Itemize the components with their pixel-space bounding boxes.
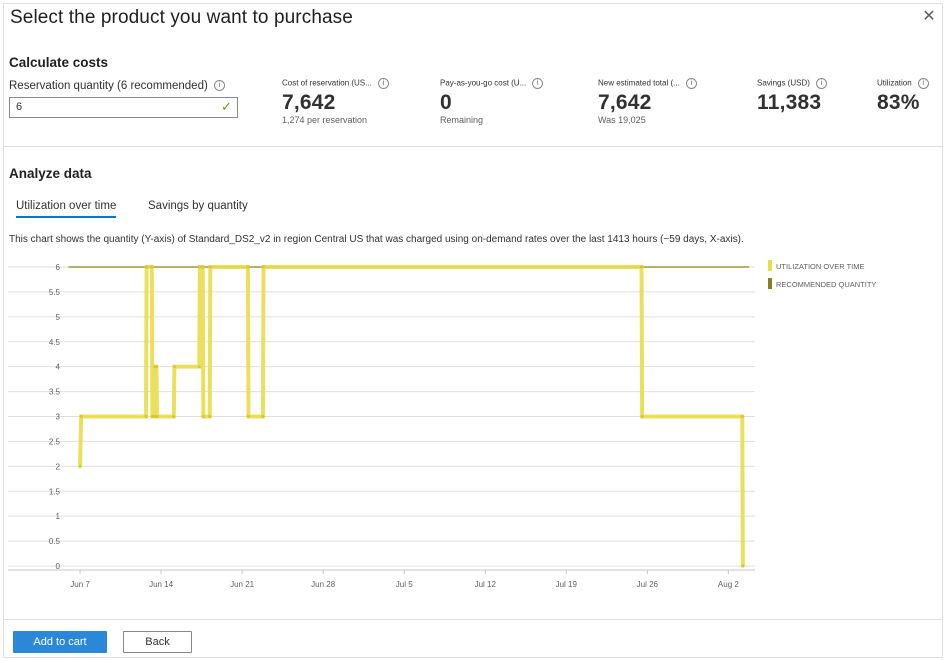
y-tick-label: 5.5 (49, 288, 61, 297)
x-tick-label: Jul 5 (396, 580, 413, 589)
metric-label-text: Pay-as-you-go cost (U... (440, 78, 527, 88)
data-point (144, 414, 148, 419)
calculate-costs-heading: Calculate costs (9, 55, 109, 70)
metric-label-text: Utilization (877, 78, 912, 88)
metric-label: Savings (USD) i (757, 78, 827, 90)
utilization-chart: 00.511.522.533.544.555.56Jun 7 Jun 14 Jun … (8, 263, 755, 589)
tab-savings-by-quantity[interactable]: Savings by quantity (148, 200, 248, 212)
data-point (261, 265, 266, 269)
y-tick-label: 4 (56, 363, 61, 372)
close-icon[interactable]: ✕ (920, 8, 938, 26)
x-tick-label: Jun 28 (311, 580, 336, 589)
data-point (201, 265, 205, 269)
info-icon[interactable]: i (377, 78, 389, 89)
metric-value: 83% (877, 91, 920, 114)
info-icon[interactable]: i (213, 80, 225, 92)
metric-label: Cost of reservation (US... i (282, 78, 389, 90)
y-tick-label: 2 (56, 462, 61, 471)
utilization-metric: Utilization i 83% (877, 78, 929, 115)
savings-metric: Savings (USD) i 11,383 (757, 78, 827, 115)
x-tick-label: Jul 26 (637, 580, 659, 589)
reservation-quantity-label-text: Reservation quantity (6 recommended) (9, 80, 208, 92)
analyze-data-heading: Analyze data (9, 166, 92, 181)
dialog-title: Select the product you want to purchase (10, 7, 353, 28)
metric-label: Utilization i (877, 78, 929, 90)
data-point (79, 414, 83, 419)
y-tick-label: 1 (56, 512, 61, 521)
y-tick-label: 0.5 (49, 537, 61, 546)
data-point (246, 414, 251, 419)
check-icon: ✓ (221, 99, 232, 114)
tab-utilization-over-time[interactable]: Utilization over time (16, 200, 117, 218)
data-point (197, 365, 201, 369)
metric-value: 0 (440, 91, 452, 114)
legend-swatch-recommended (768, 278, 772, 289)
footer-divider (3, 619, 943, 620)
data-point (261, 414, 265, 419)
legend-recommended-quantity[interactable]: RECOMMENDED QUANTITY (776, 280, 876, 289)
data-point (172, 365, 177, 369)
metric-value: 7,642 (598, 91, 652, 114)
data-point (172, 414, 176, 419)
metric-subtext: Was 19,025 (598, 115, 646, 125)
info-icon[interactable]: i (917, 78, 929, 89)
x-tick-label: Aug 2 (718, 580, 739, 589)
y-tick-label: 3.5 (49, 388, 61, 397)
data-point (201, 414, 205, 419)
y-tick-label: 5 (56, 313, 61, 322)
data-point (198, 265, 202, 269)
x-tick-label: Jul 12 (475, 580, 497, 589)
section-divider (3, 146, 943, 147)
x-tick-label: Jun 7 (70, 580, 90, 589)
y-tick-label: 1.5 (49, 487, 61, 496)
metric-value: 11,383 (757, 91, 822, 114)
data-point (152, 414, 156, 419)
y-tick-label: 2.5 (49, 437, 61, 446)
data-point (145, 265, 149, 269)
data-point (246, 265, 250, 269)
info-icon[interactable]: i (532, 78, 544, 89)
metric-label: New estimated total (... i (598, 78, 697, 90)
data-point (155, 414, 159, 419)
add-to-cart-button[interactable]: Add to cart (13, 631, 107, 653)
reservation-quantity-label: Reservation quantity (6 recommended) i (9, 80, 225, 92)
info-icon[interactable]: i (685, 78, 697, 89)
legend-utilization-over-time[interactable]: UTILIZATION OVER TIME (776, 262, 864, 271)
data-point (208, 265, 212, 269)
metric-label-text: New estimated total (... (598, 78, 680, 88)
x-tick-label: Jun 21 (230, 580, 255, 589)
data-point (78, 464, 82, 468)
metric-label-text: Cost of reservation (US... (282, 78, 372, 88)
cost-of-reservation-metric: Cost of reservation (US... i 7,642 1,274 … (282, 78, 389, 125)
data-point (740, 414, 744, 419)
y-tick-label: 4.5 (49, 338, 61, 347)
info-icon[interactable]: i (815, 78, 827, 89)
back-button[interactable]: Back (123, 631, 192, 653)
metric-value: 7,642 (282, 91, 336, 114)
metric-subtext: 1,274 per reservation (282, 115, 368, 125)
x-tick-label: Jul 19 (556, 580, 578, 589)
data-point (639, 265, 644, 269)
y-tick-label: 3 (56, 413, 61, 422)
data-point (150, 265, 154, 269)
new-estimated-total-metric: New estimated total (... i 7,642 Was 19,0… (598, 78, 697, 125)
reservation-quantity-input[interactable]: 6 (9, 97, 238, 118)
x-tick-label: Jun 14 (149, 580, 174, 589)
data-point (741, 564, 745, 568)
metric-label-text: Savings (USD) (757, 78, 810, 88)
data-point (154, 365, 159, 369)
data-point (640, 414, 644, 419)
pay-as-you-go-metric: Pay-as-you-go cost (U... i 0 Remaining (440, 78, 544, 125)
legend-swatch-utilization (768, 260, 772, 271)
chart-description: This chart shows the quantity (Y-axis) o… (9, 234, 744, 245)
metric-label: Pay-as-you-go cost (U... i (440, 78, 544, 90)
data-point (208, 414, 212, 419)
metric-subtext: Remaining (440, 115, 484, 125)
y-tick-label: 6 (56, 263, 61, 272)
